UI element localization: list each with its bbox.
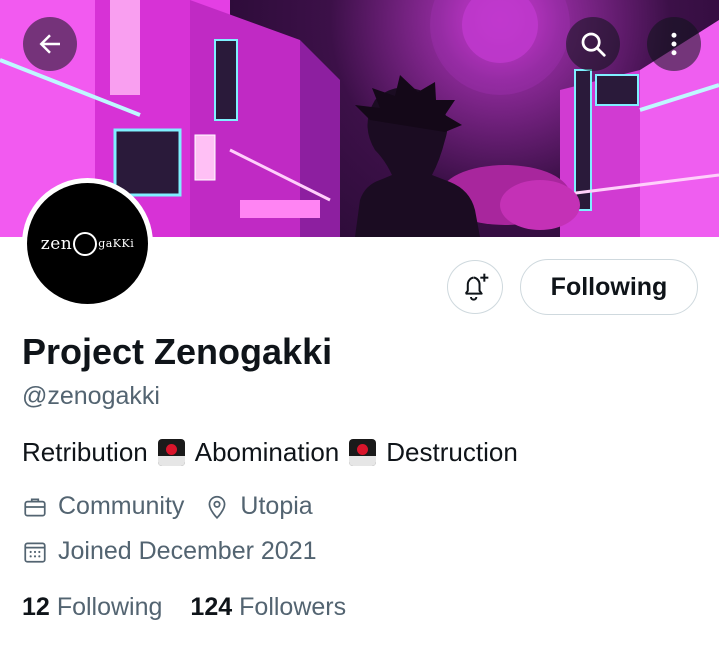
followers-count: 124 bbox=[190, 593, 233, 621]
bio-word-3: Destruction bbox=[386, 437, 518, 467]
bell-plus-icon bbox=[464, 273, 489, 301]
avatar[interactable]: zen gaKKi bbox=[22, 178, 153, 309]
avatar-logo-text: zen bbox=[40, 233, 73, 254]
profile-joined-date: Joined December 2021 bbox=[58, 537, 317, 565]
profile-meta-row: Community Utopia bbox=[22, 492, 313, 521]
calendar-icon bbox=[22, 539, 48, 565]
followers-count-link[interactable]: 124 Followers bbox=[190, 593, 346, 622]
following-count-link[interactable]: 12 Following bbox=[22, 593, 162, 622]
more-vertical-icon bbox=[671, 32, 677, 56]
back-arrow-icon bbox=[39, 34, 60, 54]
dango-emoji-icon bbox=[157, 439, 185, 466]
bio-word-2: Abomination bbox=[194, 437, 340, 467]
back-button[interactable] bbox=[23, 17, 77, 71]
profile-category: Community bbox=[58, 492, 185, 520]
followers-label: Followers bbox=[239, 593, 347, 621]
user-handle: @zenogakki bbox=[22, 382, 160, 410]
avatar-logo-suffix: gaKKi bbox=[98, 237, 135, 250]
bio: Retribution Abomination Destruction bbox=[22, 437, 518, 468]
search-button[interactable] bbox=[566, 17, 620, 71]
following-count: 12 bbox=[22, 593, 50, 621]
profile-location: Utopia bbox=[240, 492, 313, 520]
notifications-button[interactable] bbox=[447, 260, 503, 314]
follow-stats: 12 Following 124 Followers bbox=[22, 593, 346, 622]
search-icon bbox=[581, 32, 606, 57]
location-pin-icon bbox=[204, 494, 230, 520]
briefcase-icon bbox=[22, 494, 48, 520]
avatar-logo-mark bbox=[73, 231, 98, 256]
following-label: Following bbox=[56, 593, 163, 621]
more-options-button[interactable] bbox=[647, 17, 701, 71]
following-button[interactable]: Following bbox=[520, 259, 698, 315]
display-name: Project Zenogakki bbox=[22, 331, 333, 372]
dango-emoji-icon bbox=[349, 439, 377, 466]
profile-joined-row: Joined December 2021 bbox=[22, 537, 317, 566]
bio-word-1: Retribution bbox=[22, 437, 148, 467]
avatar-image: zen gaKKi bbox=[27, 183, 148, 304]
